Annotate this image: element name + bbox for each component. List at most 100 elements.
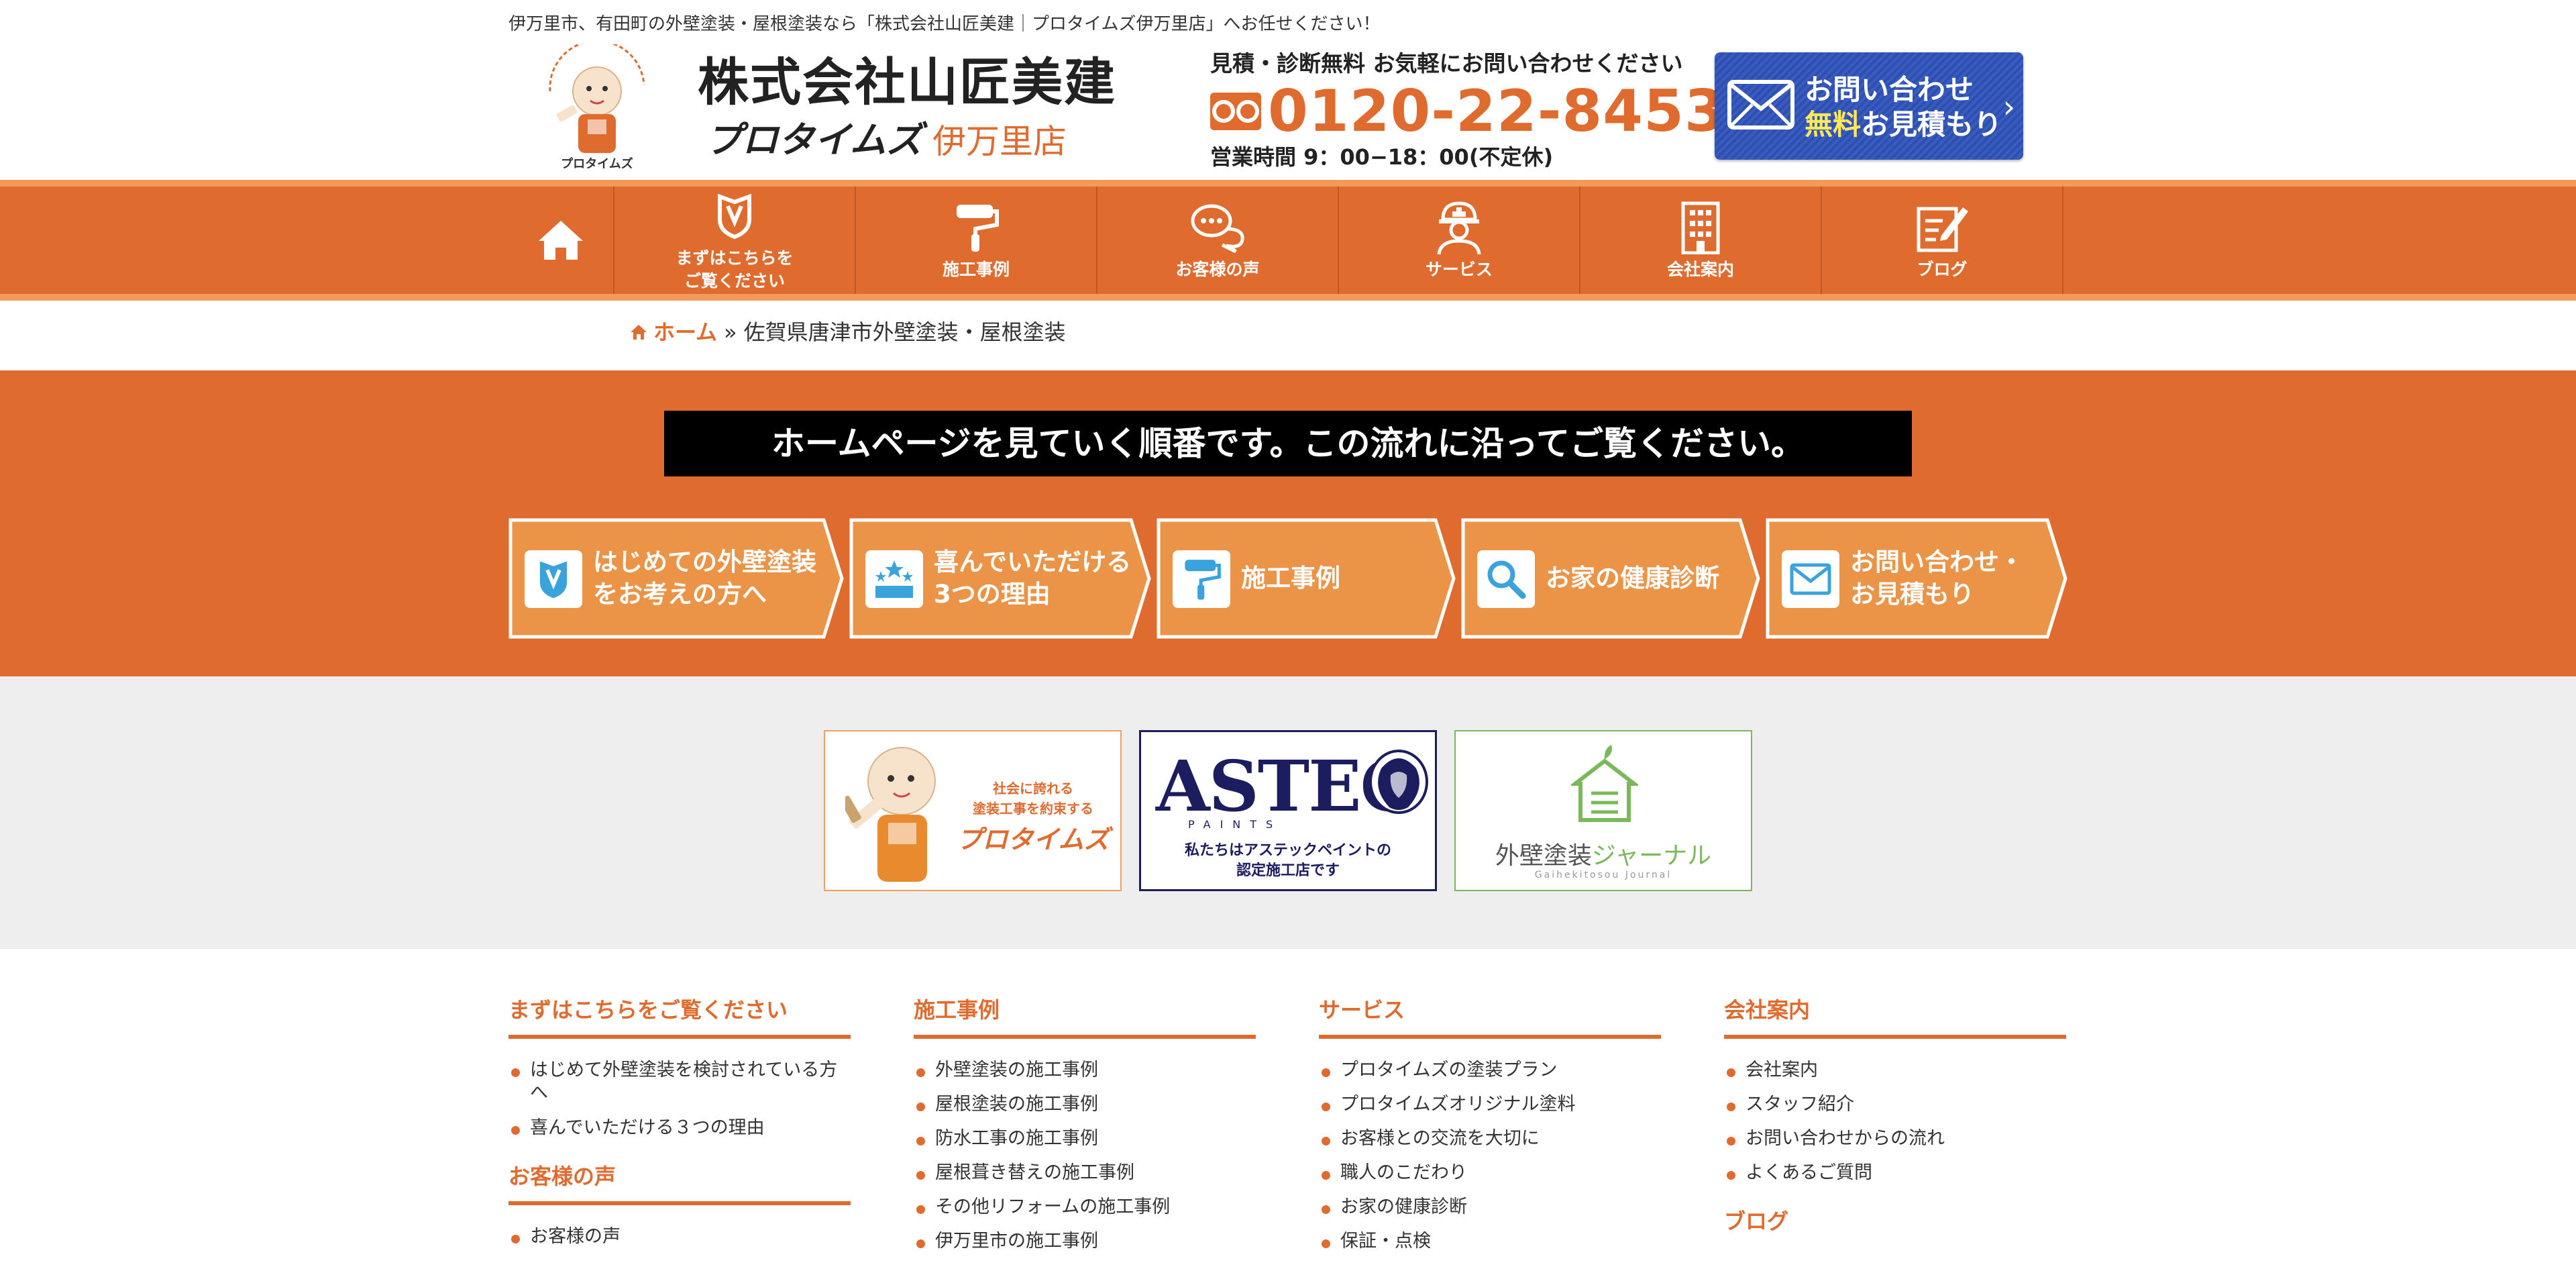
- breadcrumb-home-link[interactable]: ホーム: [653, 315, 717, 349]
- svg-text:プロタイムズ: プロタイムズ: [561, 156, 633, 170]
- journal-subtitle: Gaihekitosou Journal: [1534, 870, 1672, 880]
- company-name: 株式会社山匠美建: [698, 52, 1116, 112]
- sitemap-heading[interactable]: サービス: [1319, 993, 1661, 1039]
- nav-home[interactable]: [508, 187, 614, 294]
- sitemap-link[interactable]: その他リフォームの施工事例: [914, 1196, 1256, 1219]
- sitemap-link[interactable]: プロタイムズオリジナル塗料: [1319, 1093, 1661, 1116]
- podium-stars-icon: [865, 550, 923, 608]
- nav-item-blog[interactable]: ブログ: [1822, 187, 2063, 294]
- protimes-banner[interactable]: 社会に誇れる 塗装工事を約束する プロタイムズ: [824, 730, 1122, 891]
- astec-caption: 私たちはアステックペイントの 認定施工店です: [1184, 842, 1391, 879]
- lion-emblem-icon: [1369, 750, 1428, 814]
- sitemap-col-service: サービス プロタイムズの塗装プラン プロタイムズオリジナル塗料 お客様との交流を…: [1319, 993, 1661, 1273]
- sitemap-link[interactable]: 防水工事の施工事例: [914, 1127, 1256, 1150]
- freedial-icon: [1210, 93, 1261, 130]
- worker-icon: [1430, 199, 1489, 256]
- flow-step-label: お問い合わせ・ お見積もり: [1850, 548, 2024, 609]
- journal-banner[interactable]: 外壁塗装ジャーナル Gaihekitosou Journal: [1454, 730, 1752, 891]
- sitemap-link[interactable]: 保証・点検: [1319, 1230, 1661, 1253]
- nav-item-company[interactable]: 会社案内: [1580, 187, 1822, 294]
- sitemap-link[interactable]: プロタイムズの塗装プラン: [1319, 1059, 1661, 1082]
- sitemap-col-works: 施工事例 外壁塗装の施工事例 屋根塗装の施工事例 防水工事の施工事例 屋根葺き替…: [914, 993, 1256, 1273]
- nav-item-voices[interactable]: お客様の声: [1097, 187, 1339, 294]
- sitemap-link[interactable]: はじめて外壁塗装を検討されている方へ: [508, 1059, 851, 1105]
- building-icon: [1671, 199, 1730, 256]
- sitemap-heading[interactable]: 会社案内: [1724, 993, 2066, 1039]
- sitemap-list: お客様の声: [508, 1225, 851, 1248]
- home-icon: [631, 325, 647, 340]
- contact-block: 見積・診断無料 お気軽にお問い合わせください 0120-22-8453 営業時間…: [1210, 48, 1725, 172]
- flow-section: ホームページを見ていく順番です。この流れに沿ってご覧ください。 はじめての外壁塗…: [0, 370, 2576, 676]
- flow-step-works[interactable]: 施工事例: [1157, 518, 1456, 639]
- phone-number[interactable]: 0120-22-8453: [1268, 81, 1725, 142]
- branch-name: 伊万里店: [932, 122, 1067, 161]
- envelope-icon: [1782, 550, 1839, 608]
- sitemap-col-company: 会社案内 会社案内 スタッフ紹介 お問い合わせからの流れ よくあるご質問 ブログ: [1724, 993, 2066, 1246]
- flow-step-label: 喜んでいただける 3つの理由: [934, 548, 1132, 609]
- sitemap-link[interactable]: スタッフ紹介: [1724, 1093, 2066, 1116]
- sitemap-link[interactable]: よくあるご質問: [1724, 1162, 2066, 1184]
- cta-line2: 無料お見積もり: [1805, 107, 2002, 142]
- site-logo[interactable]: プロタイムズ 株式会社山匠美建 プロタイムズ 伊万里店: [530, 44, 1134, 172]
- nav-item-service[interactable]: サービス: [1339, 187, 1580, 294]
- flow-steps: はじめての外壁塗装 をお考えの方へ 喜んでいただける 3つの理由 施工事例 お家…: [508, 518, 2068, 639]
- sitemap-link[interactable]: 喜んでいただける３つの理由: [508, 1117, 851, 1139]
- nav-label: お客様の声: [1175, 260, 1260, 279]
- sitemap-link[interactable]: 伊万里市の施工事例: [914, 1230, 1256, 1253]
- envelope-icon: [1727, 80, 1794, 130]
- sitemap-heading[interactable]: まずはこちらをご覧ください: [508, 993, 851, 1039]
- cta-line1: お問い合わせ: [1805, 73, 1974, 106]
- sitemap-list: はじめて外壁塗装を検討されている方へ 喜んでいただける３つの理由: [508, 1059, 851, 1139]
- chevron-right-icon: ›: [2002, 89, 2015, 125]
- sitemap-link[interactable]: 屋根葺き替えの施工事例: [914, 1162, 1256, 1184]
- nav-label: サービス: [1425, 260, 1493, 279]
- flow-step-diagnosis[interactable]: お家の健康診断: [1461, 518, 1760, 639]
- sitemap-link[interactable]: 職人のこだわり: [1319, 1162, 1661, 1184]
- astec-paints-label: PAINTS: [1188, 818, 1283, 831]
- nav-item-first-visit[interactable]: まずはこちらを ご覧ください: [614, 187, 856, 294]
- sitemap-link[interactable]: お客様の声: [508, 1225, 851, 1248]
- sitemap-heading[interactable]: 施工事例: [914, 993, 1256, 1039]
- journal-title-a: 外壁塗装: [1495, 842, 1592, 870]
- contact-lead: 見積・診断無料 お気軽にお問い合わせください: [1210, 50, 1683, 77]
- sitemap-list: 外壁塗装の施工事例 屋根塗装の施工事例 防水工事の施工事例 屋根葺き替えの施工事…: [914, 1059, 1256, 1253]
- flow-title: ホームページを見ていく順番です。この流れに沿ってご覧ください。: [664, 411, 1912, 476]
- flow-step-reasons[interactable]: 喜んでいただける 3つの理由: [849, 518, 1151, 639]
- sitemap-link[interactable]: お問い合わせからの流れ: [1724, 1127, 2066, 1150]
- breadcrumb-current: 佐賀県唐津市外壁塗装・屋根塗装: [743, 319, 1066, 345]
- nav-item-works[interactable]: 施工事例: [856, 187, 1097, 294]
- flow-step-contact[interactable]: お問い合わせ・ お見積もり: [1766, 518, 2068, 639]
- sitemap-heading[interactable]: お客様の声: [508, 1160, 851, 1205]
- breadcrumb-separator: »: [724, 319, 737, 345]
- global-nav: まずはこちらを ご覧ください 施工事例 お客様の声 サービス 会社案内 ブログ: [0, 180, 2576, 301]
- business-hours: 営業時間 9：00−18：00(不定休): [1210, 144, 1554, 170]
- nav-label: 施工事例: [942, 260, 1010, 279]
- sitemap-col-first: まずはこちらをご覧ください はじめて外壁塗装を検討されている方へ 喜んでいただけ…: [508, 993, 851, 1268]
- shield-check-icon: [705, 188, 764, 244]
- contact-estimate-button[interactable]: お問い合わせ 無料お見積もり ›: [1715, 52, 2023, 160]
- sitemap-list: 会社案内 スタッフ紹介 お問い合わせからの流れ よくあるご質問: [1724, 1059, 2066, 1184]
- site-tagline: 伊万里市、有田町の外壁塗装・屋根塗装なら「株式会社山匠美建｜プロタイムズ伊万里店…: [508, 14, 1381, 34]
- nav-label: まずはこちらを ご覧ください: [676, 248, 794, 291]
- flow-step-first-time[interactable]: はじめての外壁塗装 をお考えの方へ: [508, 518, 844, 639]
- paint-roller-icon: [1173, 550, 1230, 608]
- breadcrumb: ホーム » 佐賀県唐津市外壁塗装・屋根塗装: [629, 315, 1066, 349]
- footer-sitemap: まずはこちらをご覧ください はじめて外壁塗装を検討されている方へ 喜んでいただけ…: [508, 993, 2068, 1263]
- cta-line2-label: お見積もり: [1861, 108, 2002, 141]
- sitemap-link[interactable]: お客様との交流を大切に: [1319, 1127, 1661, 1150]
- phone-row[interactable]: 0120-22-8453: [1210, 81, 1725, 142]
- journal-title: 外壁塗装ジャーナル: [1456, 836, 1751, 871]
- sitemap-link[interactable]: 外壁塗装の施工事例: [914, 1059, 1256, 1082]
- paint-roller-icon: [947, 199, 1006, 256]
- mascot-logo-icon: プロタイムズ: [549, 44, 645, 170]
- sitemap-link[interactable]: 会社案内: [1724, 1059, 2066, 1082]
- speech-bubbles-icon: [1188, 199, 1247, 256]
- home-icon: [539, 221, 583, 260]
- astec-banner[interactable]: ASTEC PAINTS 私たちはアステックペイントの 認定施工店です: [1139, 730, 1437, 891]
- banner-section: 社会に誇れる 塗装工事を約束する プロタイムズ ASTEC PAINTS 私たち…: [0, 676, 2576, 949]
- sitemap-heading[interactable]: ブログ: [1724, 1205, 2066, 1246]
- sitemap-link[interactable]: 屋根塗装の施工事例: [914, 1093, 1256, 1116]
- sitemap-link[interactable]: お家の健康診断: [1319, 1196, 1661, 1219]
- shield-check-icon: [525, 550, 582, 608]
- journal-title-b: ジャーナル: [1591, 842, 1712, 870]
